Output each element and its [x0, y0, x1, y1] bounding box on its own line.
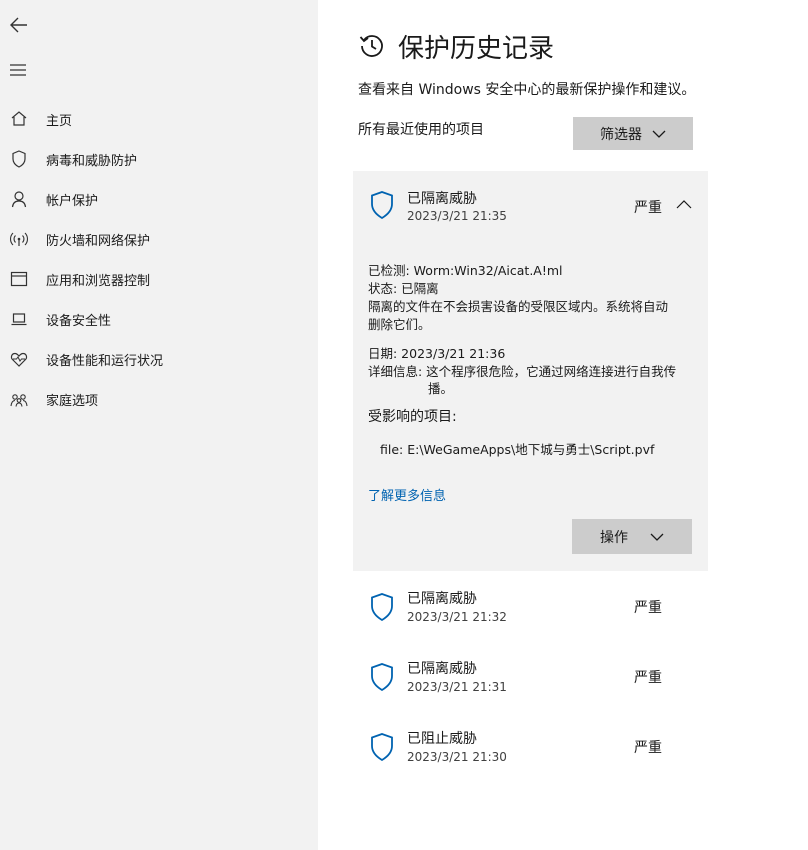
sidebar-item-label: 应用和浏览器控制 [46, 273, 151, 289]
shield-icon [12, 150, 26, 168]
sidebar-item-device-health[interactable]: 设备性能和运行状况 [0, 339, 318, 379]
actions-button-label: 操作 [600, 529, 628, 546]
severity-label: 严重 [634, 200, 662, 216]
sidebar-item-family[interactable]: 家庭选项 [0, 379, 318, 419]
sidebar-item-label: 防火墙和网络保护 [46, 233, 151, 249]
threat-date: 2023/3/21 21:35 [407, 209, 507, 223]
back-arrow-icon[interactable] [8, 14, 30, 36]
sidebar-item-label: 主页 [46, 113, 73, 129]
severity-label: 严重 [634, 600, 662, 616]
description-line-1: 隔离的文件在不会损害设备的受限区域内。系统将自动 [368, 299, 669, 314]
filter-button[interactable]: 筛选器 [573, 117, 693, 150]
status-text: 状态: 已隔离 [368, 281, 439, 296]
threat-title: 已隔离威胁 [407, 191, 477, 207]
sidebar-item-label: 设备安全性 [46, 313, 112, 329]
details-line-2: 播。 [428, 381, 454, 396]
page-title: 保护历史记录 [398, 34, 555, 64]
laptop-icon [11, 313, 27, 326]
learn-more-link[interactable]: 了解更多信息 [368, 485, 446, 504]
heart-icon [10, 352, 28, 367]
sidebar-item-label: 家庭选项 [46, 393, 99, 409]
severity-label: 严重 [634, 740, 662, 756]
family-icon [10, 394, 28, 407]
severity-label: 严重 [634, 670, 662, 686]
shield-icon [371, 663, 393, 692]
date-detail-text: 日期: 2023/3/21 21:36 [368, 346, 506, 361]
shield-icon [371, 593, 393, 622]
chevron-down-icon [650, 533, 664, 541]
detected-text: 已检测: Worm:Win32/Aicat.A!ml [368, 263, 563, 278]
threat-date: 2023/3/21 21:32 [407, 610, 507, 624]
sidebar-item-app-browser[interactable]: 应用和浏览器控制 [0, 259, 318, 299]
affected-items-label: 受影响的项目: [368, 409, 457, 425]
page-subtitle: 查看来自 Windows 安全中心的最新保护操作和建议。 [358, 82, 696, 98]
section-label: 所有最近使用的项目 [358, 122, 484, 138]
home-icon [11, 111, 27, 126]
sidebar-item-device-security[interactable]: 设备安全性 [0, 299, 318, 339]
threat-row[interactable]: 已阻止威胁 2023/3/21 21:30 严重 [353, 715, 708, 785]
main-content: 保护历史记录 查看来自 Windows 安全中心的最新保护操作和建议。 所有最近… [318, 0, 808, 850]
wifi-icon [9, 232, 29, 246]
threat-title: 已隔离威胁 [407, 591, 477, 607]
threat-title: 已阻止威胁 [407, 731, 477, 747]
sidebar-item-account-protection[interactable]: 帐户保护 [0, 179, 318, 219]
filter-button-label: 筛选器 [600, 126, 642, 143]
description-line-2: 删除它们。 [368, 317, 431, 332]
sidebar-item-label: 设备性能和运行状况 [46, 353, 164, 369]
actions-button[interactable]: 操作 [572, 519, 692, 554]
browser-icon [10, 271, 28, 287]
sidebar-item-label: 病毒和威胁防护 [46, 153, 138, 169]
chevron-up-icon[interactable] [676, 200, 692, 209]
sidebar-item-label: 帐户保护 [46, 193, 99, 209]
sidebar-item-home[interactable]: 主页 [0, 99, 318, 139]
threat-date: 2023/3/21 21:31 [407, 680, 507, 694]
chevron-down-icon [652, 130, 666, 138]
history-icon [359, 35, 383, 57]
threat-row[interactable]: 已隔离威胁 2023/3/21 21:32 严重 [353, 575, 708, 645]
sidebar-item-firewall[interactable]: 防火墙和网络保护 [0, 219, 318, 259]
shield-icon [371, 733, 393, 762]
shield-icon [371, 191, 393, 220]
affected-file-path: file: E:\WeGameApps\地下城与勇士\Script.pvf [380, 442, 655, 457]
threat-card-expanded: 已隔离威胁 2023/3/21 21:35 严重 已检测: Worm:Win32… [353, 171, 708, 571]
hamburger-menu-icon[interactable] [9, 62, 27, 78]
sidebar: 主页 病毒和威胁防护 帐户保护 防火墙和网络保护 应用和浏览器控制 设备安全性 … [0, 0, 318, 850]
details-line-1: 详细信息: 这个程序很危险，它通过网络连接进行自我传 [368, 364, 677, 379]
person-icon [11, 191, 27, 208]
threat-title: 已隔离威胁 [407, 661, 477, 677]
threat-row[interactable]: 已隔离威胁 2023/3/21 21:31 严重 [353, 645, 708, 715]
threat-date: 2023/3/21 21:30 [407, 750, 507, 764]
sidebar-item-virus-protection[interactable]: 病毒和威胁防护 [0, 139, 318, 179]
